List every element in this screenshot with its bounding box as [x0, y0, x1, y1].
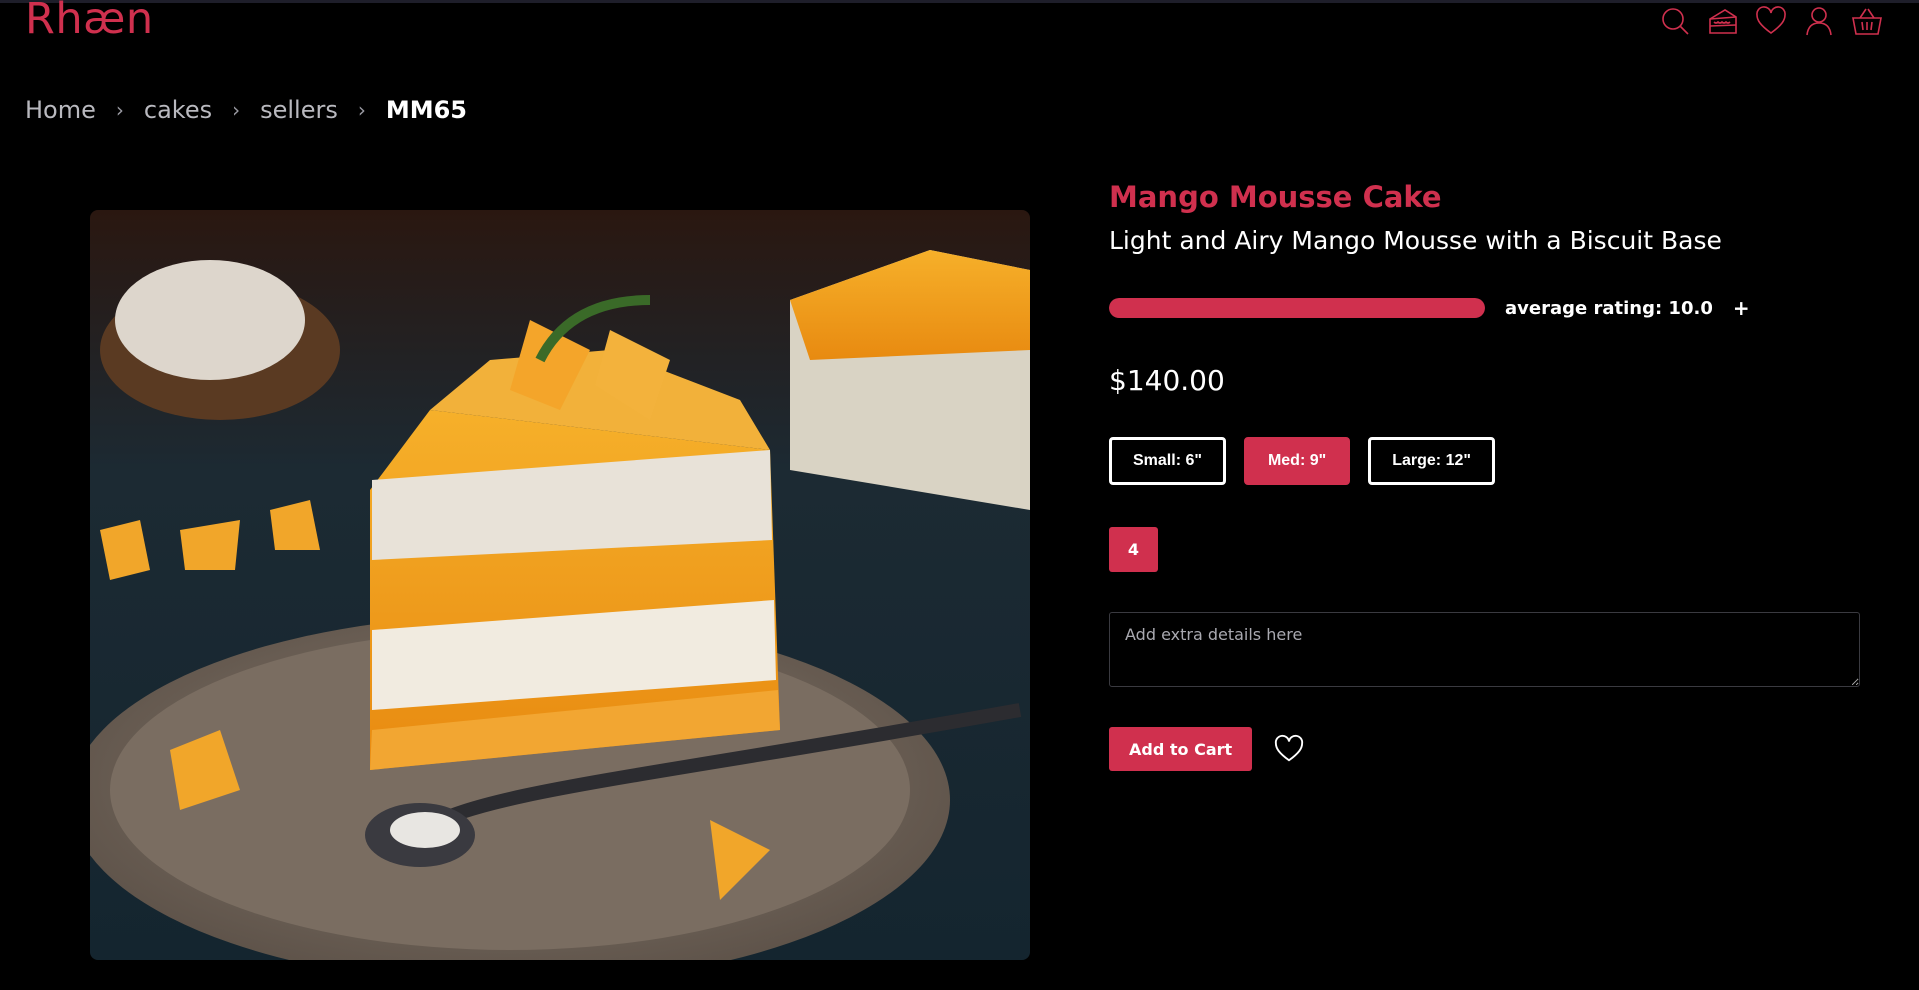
product-actions: Add to Cart	[1109, 727, 1861, 771]
header-nav	[1658, 4, 1884, 38]
product-subtitle: Light and Airy Mango Mousse with a Biscu…	[1109, 226, 1722, 255]
extra-details-input[interactable]	[1109, 612, 1860, 687]
breadcrumb-home[interactable]: Home	[25, 96, 96, 124]
average-rating-label: average rating: 10.0	[1505, 297, 1713, 319]
breadcrumb-sellers[interactable]: sellers	[260, 96, 338, 124]
size-option-small[interactable]: Small: 6"	[1109, 437, 1226, 485]
size-options: Small: 6" Med: 9" Large: 12"	[1109, 437, 1861, 485]
size-option-medium[interactable]: Med: 9"	[1243, 437, 1351, 485]
rating-row: average rating: 10.0 +	[1109, 296, 1861, 320]
product-image	[90, 210, 1030, 960]
size-option-large[interactable]: Large: 12"	[1368, 437, 1495, 485]
quantity-button[interactable]: 4	[1109, 527, 1158, 572]
basket-icon[interactable]	[1850, 4, 1884, 38]
wishlist-heart-icon[interactable]	[1272, 732, 1306, 766]
breadcrumb-separator: ›	[115, 98, 124, 122]
breadcrumb-cakes[interactable]: cakes	[144, 96, 212, 124]
product-price: $140.00	[1109, 364, 1225, 397]
product-info: Mango Mousse Cake Light and Airy Mango M…	[1109, 180, 1861, 771]
cake-icon[interactable]	[1706, 4, 1740, 38]
breadcrumb: Home › cakes › sellers › MM65	[25, 96, 467, 124]
add-rating-button[interactable]: +	[1733, 296, 1750, 320]
rating-bar-fill	[1109, 298, 1485, 318]
search-icon[interactable]	[1658, 4, 1692, 38]
breadcrumb-current: MM65	[385, 96, 468, 124]
top-border	[0, 0, 1919, 3]
breadcrumb-separator: ›	[232, 98, 241, 122]
rating-bar	[1109, 298, 1485, 318]
brand-logo[interactable]: Rhæn	[25, 0, 154, 44]
product-title: Mango Mousse Cake	[1109, 180, 1442, 214]
breadcrumb-separator: ›	[357, 98, 366, 122]
user-icon[interactable]	[1802, 4, 1836, 38]
heart-icon[interactable]	[1754, 4, 1788, 38]
add-to-cart-button[interactable]: Add to Cart	[1109, 727, 1253, 771]
